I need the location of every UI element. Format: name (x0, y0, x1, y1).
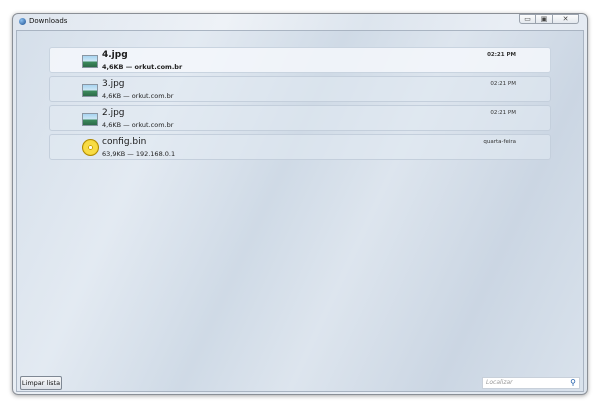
close-button[interactable]: ✕ (553, 14, 579, 24)
file-name: 4.jpg (102, 50, 128, 60)
search-icon[interactable]: ⚲ (570, 378, 576, 388)
file-info: 4,6KB — orkut.com.br (102, 121, 174, 129)
image-file-icon (82, 113, 98, 126)
file-time: 02:21 PM (490, 81, 516, 87)
file-time: 02:21 PM (487, 52, 516, 58)
download-item[interactable]: 3.jpg 4,6KB — orkut.com.br 02:21 PM (49, 76, 551, 102)
download-item[interactable]: config.bin 63,9KB — 192.168.0.1 quarta-f… (49, 134, 551, 160)
file-info: 63,9KB — 192.168.0.1 (102, 150, 176, 158)
downloads-window: Downloads ▭ ▣ ✕ 4.jpg 4,6KB — orkut.com.… (12, 13, 588, 395)
download-item[interactable]: 2.jpg 4,6KB — orkut.com.br 02:21 PM (49, 105, 551, 131)
image-file-icon (82, 84, 98, 97)
disc-file-icon (82, 139, 99, 156)
file-name: 2.jpg (102, 108, 125, 118)
file-name: 3.jpg (102, 79, 125, 89)
maximize-button[interactable]: ▣ (536, 14, 553, 24)
title-bar: Downloads (19, 17, 67, 25)
file-time: quarta-feira (483, 139, 516, 145)
image-file-icon (82, 55, 98, 68)
app-icon (19, 17, 26, 25)
download-item[interactable]: 4.jpg 4,6KB — orkut.com.br 02:21 PM (49, 47, 551, 73)
window-title: Downloads (29, 17, 68, 25)
file-info: 4,6KB — orkut.com.br (102, 63, 183, 71)
search-input[interactable]: Localizar ⚲ (482, 377, 580, 389)
file-info: 4,6KB — orkut.com.br (102, 92, 174, 100)
clear-list-button[interactable]: Limpar lista (20, 376, 62, 390)
downloads-list: 4.jpg 4,6KB — orkut.com.br 02:21 PM 3.jp… (16, 30, 584, 392)
search-placeholder: Localizar (486, 379, 513, 386)
file-time: 02:21 PM (490, 110, 516, 116)
file-name: config.bin (102, 137, 147, 147)
minimize-button[interactable]: ▭ (519, 14, 536, 24)
